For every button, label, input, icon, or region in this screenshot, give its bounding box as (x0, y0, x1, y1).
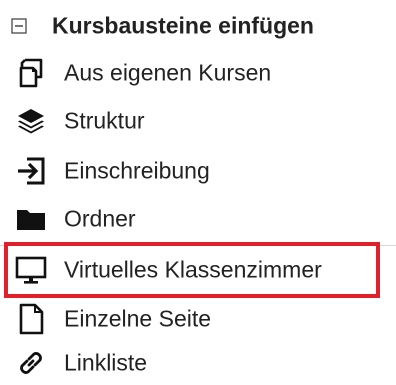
section-title: Kursbausteine einfügen (52, 12, 314, 39)
link-icon (14, 346, 48, 380)
menu-item-aus-eigenen-kursen[interactable]: Aus eigenen Kursen (0, 51, 396, 95)
page-icon (14, 302, 48, 336)
section-header-course-blocks[interactable]: Kursbausteine einfügen (0, 4, 396, 48)
copy-course-icon (14, 56, 48, 90)
layers-icon (14, 104, 48, 138)
menu-item-label: Linkliste (64, 349, 148, 376)
highlight-box (4, 242, 380, 298)
menu-item-linkliste[interactable]: Linkliste (0, 341, 396, 385)
menu-item-einzelne-seite[interactable]: Einzelne Seite (0, 297, 396, 341)
menu-item-label: Einzelne Seite (64, 305, 212, 332)
menu-item-struktur[interactable]: Struktur (0, 99, 396, 143)
menu-item-label: Struktur (64, 107, 145, 134)
collapse-square-icon[interactable] (2, 9, 36, 43)
menu-item-label: Einschreibung (64, 157, 210, 184)
menu-item-einschreibung[interactable]: Einschreibung (0, 149, 396, 193)
folder-icon (14, 202, 48, 236)
menu-item-label: Ordner (64, 205, 136, 232)
course-blocks-panel: Kursbausteine einfügen Aus eigenen Kurse… (0, 0, 396, 381)
menu-item-label: Aus eigenen Kursen (64, 59, 272, 86)
menu-item-ordner[interactable]: Ordner (0, 197, 396, 241)
sign-in-icon (14, 154, 48, 188)
